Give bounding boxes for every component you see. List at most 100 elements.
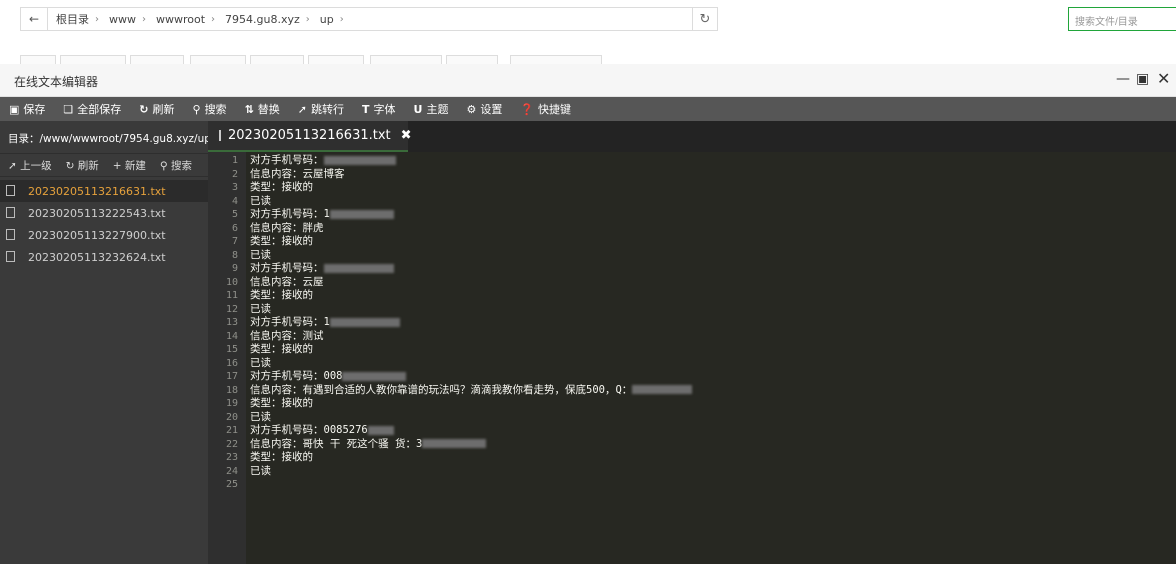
line-number: 14 (225, 330, 238, 342)
font-button[interactable]: T 字体 (353, 97, 405, 121)
file-item[interactable]: 20230205113227900.txt (0, 224, 208, 246)
search-icon: ⚲ (192, 102, 201, 116)
code-line: 对方手机号码： (250, 154, 396, 168)
replace-button[interactable]: ⇅ 替换 (236, 97, 289, 121)
line-number: 8 (231, 249, 238, 261)
file-name: 20230205113222543.txt (28, 206, 166, 220)
code-text: 对方手机号码：0085276 (250, 424, 368, 436)
code-text: 信息内容：胖虎 (250, 221, 324, 234)
refresh-icon[interactable]: ↻ (692, 8, 717, 30)
code-text: 信息内容：云屋博客 (250, 167, 345, 180)
sidebar-refresh-button[interactable]: ↻ 刷新 (58, 158, 105, 173)
sidebar-actions: ➚ 上一级 ↻ 刷新 + 新建 ⚲ 搜索 (0, 153, 208, 177)
code-line: 已读 (250, 411, 271, 425)
file-item[interactable]: 20230205113222543.txt (0, 202, 208, 224)
line-number: 15 (225, 344, 238, 355)
code-text: 已读 (250, 464, 271, 477)
sidebar-search-button[interactable]: ⚲ 搜索 (152, 158, 198, 173)
breadcrumb-wwwroot[interactable]: wwwroot (148, 13, 209, 26)
save-all-button[interactable]: ❏ 全部保存 (54, 97, 130, 121)
minimize-icon[interactable]: — (1116, 71, 1130, 87)
code-line: 已读 (250, 195, 271, 209)
line-number: 23 (225, 452, 238, 463)
chevron-right-icon: › (142, 13, 146, 25)
back-arrow-icon[interactable]: ← (21, 8, 48, 30)
gear-icon: ⚙ (466, 102, 477, 116)
code-text: 信息内容：云屋 (250, 275, 324, 288)
redacted-text (367, 425, 394, 435)
code-line: 已读 (250, 357, 271, 371)
breadcrumb-site[interactable]: 7954.gu8.xyz (217, 13, 304, 26)
save-icon: ▣ (9, 102, 20, 116)
breadcrumb-up[interactable]: up (312, 13, 338, 26)
redacted-text (329, 209, 394, 219)
file-icon (219, 130, 221, 141)
code-line: 类型：接收的 (250, 181, 313, 195)
up-level-button[interactable]: ➚ 上一级 (0, 158, 58, 173)
file-item-active[interactable]: 20230205113216631.txt (0, 180, 208, 202)
code-line: 信息内容：胖虎 (250, 222, 324, 236)
code-line: 信息内容：有遇到合适的人教你靠谱的玩法吗？滴滴我教你看走势，保底500，Q： (250, 383, 693, 398)
file-item[interactable]: 20230205113232624.txt (0, 246, 208, 268)
search-button[interactable]: ⚲ 搜索 (184, 97, 236, 121)
line-number: 18 (225, 384, 238, 396)
save-button[interactable]: ▣ 保存 (0, 97, 54, 121)
file-icon (6, 229, 15, 240)
line-number: 4 (231, 195, 238, 207)
replace-icon: ⇅ (244, 102, 254, 116)
breadcrumb-root[interactable]: 根目录 (48, 11, 93, 27)
search-label: 搜索 (204, 103, 227, 116)
code-text: 信息内容：有遇到合适的人教你靠谱的玩法吗？滴滴我教你看走势，保底500，Q： (250, 383, 633, 396)
line-number: 17 (225, 371, 238, 382)
new-file-button[interactable]: + 新建 (105, 158, 152, 173)
code-line: 对方手机号码：008 (250, 370, 407, 384)
goto-line-button[interactable]: ➚ 跳转行 (289, 97, 353, 121)
maximize-icon[interactable]: ▣ (1136, 71, 1149, 87)
line-number: 10 (225, 276, 238, 288)
code-text: 对方手机号码： (250, 154, 324, 166)
code-text: 已读 (250, 194, 271, 207)
breadcrumb-www[interactable]: www (101, 13, 140, 26)
tab-close-icon[interactable]: ✖ (401, 128, 412, 143)
shortcuts-button[interactable]: ❓ 快捷键 (511, 97, 580, 121)
tab-active-file[interactable]: 20230205113216631.txt ✖ (208, 121, 412, 152)
code-line: 已读 (250, 249, 271, 263)
line-number: 3 (231, 182, 238, 193)
settings-button[interactable]: ⚙ 设置 (457, 97, 511, 121)
code-text: 对方手机号码：1 (250, 208, 330, 220)
line-number: 6 (231, 222, 238, 234)
goto-line-label: 跳转行 (311, 103, 344, 116)
path-bar[interactable]: ← 根目录 › www › wwwroot › 7954.gu8.xyz › up › ↻ (20, 7, 718, 31)
refresh-button[interactable]: ↻ 刷新 (130, 97, 183, 121)
code-text: 类型：接收的 (250, 235, 313, 247)
up-level-label: 上一级 (20, 159, 52, 172)
close-icon[interactable]: ✕ (1157, 69, 1170, 88)
font-icon: T (362, 102, 370, 116)
code-text: 类型：接收的 (250, 289, 313, 301)
redacted-text (632, 385, 693, 394)
code-text: 对方手机号码： (250, 262, 324, 274)
replace-label: 替换 (257, 103, 280, 116)
dialog-title: 在线文本编辑器 (14, 75, 99, 89)
line-number: 19 (225, 398, 238, 409)
code-text: 信息内容：测试 (250, 329, 324, 342)
file-list: 20230205113216631.txt 20230205113222543.… (0, 180, 208, 268)
file-search-input[interactable]: 搜索文件/目录 (1068, 7, 1176, 31)
code-editor[interactable]: 对方手机号码： 信息内容：云屋博客 类型：接收的 已读 对方手机号码：1 信息内容：胖虎类… (246, 152, 1176, 564)
file-manager-header: ← 根目录 › www › wwwroot › 7954.gu8.xyz › up › ↻… (0, 0, 1176, 68)
theme-button[interactable]: U 主题 (405, 97, 458, 121)
refresh-label: 刷新 (152, 103, 175, 116)
code-line: 类型：接收的 (250, 235, 313, 249)
code-text: 类型：接收的 (250, 343, 313, 355)
code-text: 已读 (250, 302, 271, 315)
code-line: 类型：接收的 (250, 343, 313, 357)
code-line: 信息内容：哥快 干 死这个骚 货：3 (250, 438, 487, 452)
code-line: 对方手机号码：1 (250, 208, 394, 222)
code-line: 类型：接收的 (250, 397, 313, 411)
line-number: 21 (225, 425, 238, 436)
file-icon (6, 251, 15, 262)
editor-toolbar: ▣ 保存 ❏ 全部保存 ↻ 刷新 ⚲ 搜索 ⇅ 替换 ➚ 跳转行 T 字体 U 主题 ⚙ 设置 ❓… (0, 97, 1176, 121)
chevron-right-icon: › (211, 13, 216, 25)
line-number: 12 (225, 303, 238, 315)
line-number: 5 (231, 209, 238, 220)
